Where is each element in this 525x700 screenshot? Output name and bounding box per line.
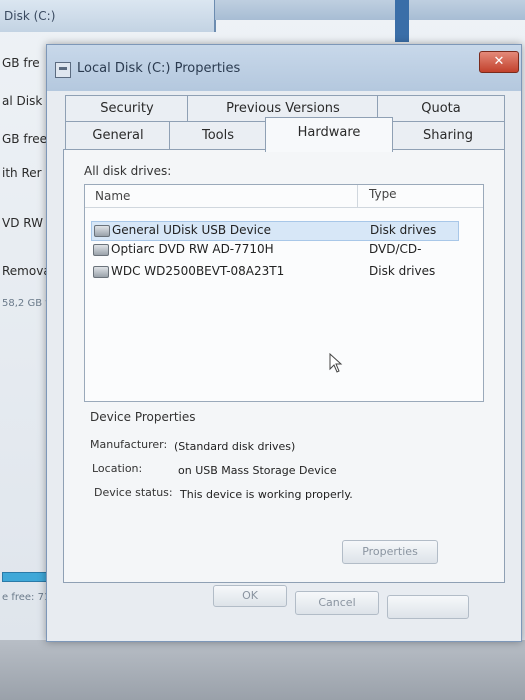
hardware-tab-panel: All disk drives: Name Type General UDisk…	[63, 149, 505, 583]
list-item[interactable]: Optiarc DVD RW AD-7710H DVD/CD-	[91, 241, 457, 259]
disk-drive-icon	[94, 225, 110, 237]
device-properties-heading: Device Properties	[90, 410, 196, 424]
device-status-value: This device is working properly.	[180, 488, 353, 501]
all-disk-drives-label: All disk drives:	[84, 164, 172, 178]
close-button[interactable]: ✕	[479, 51, 519, 73]
disk-drives-list[interactable]: Name Type General UDisk USB Device Disk …	[84, 184, 484, 402]
manufacturer-value: (Standard disk drives)	[174, 440, 296, 453]
desk-surface	[0, 640, 525, 700]
dialog-titlebar[interactable]: Local Disk (C:) Properties ✕	[47, 45, 521, 91]
drive-type: Disk drives	[369, 264, 436, 278]
location-label: Location:	[92, 462, 143, 475]
column-header-type[interactable]: Type	[369, 187, 397, 201]
apply-button[interactable]	[387, 595, 469, 619]
tab-security[interactable]: Security	[65, 95, 189, 122]
list-item[interactable]: General UDisk USB Device Disk drives	[91, 221, 459, 241]
background-row[interactable]: ith Rer	[2, 166, 42, 180]
drive-name: WDC WD2500BEVT-08A23T1	[111, 264, 285, 278]
list-item[interactable]: WDC WD2500BEVT-08A23T1 Disk drives	[91, 263, 457, 281]
drive-name: General UDisk USB Device	[112, 223, 271, 237]
disk-drive-icon	[93, 266, 109, 278]
tab-quota[interactable]: Quota	[377, 95, 505, 122]
dvd-drive-icon	[93, 244, 109, 256]
ok-button[interactable]: OK	[213, 585, 287, 607]
drive-type: DVD/CD-	[369, 242, 422, 256]
background-row[interactable]: al Disk	[2, 94, 42, 108]
background-window-strip	[215, 0, 525, 20]
drive-icon	[55, 62, 71, 78]
background-window-title: Disk (C:)	[0, 0, 216, 32]
cancel-button[interactable]: Cancel	[295, 591, 379, 615]
tab-sharing[interactable]: Sharing	[391, 121, 505, 150]
properties-button[interactable]: Properties	[342, 540, 438, 564]
tab-general[interactable]: General	[65, 121, 171, 150]
list-header: Name Type	[85, 185, 483, 208]
drive-name: Optiarc DVD RW AD-7710H	[111, 242, 274, 256]
properties-dialog: Local Disk (C:) Properties ✕ Security Pr…	[46, 44, 522, 642]
background-window-edge	[395, 0, 409, 42]
background-row[interactable]: GB fre	[2, 56, 40, 70]
background-row[interactable]: GB free	[2, 132, 47, 146]
device-properties-group: Device Properties Manufacturer: (Standar…	[84, 410, 482, 570]
tab-hardware[interactable]: Hardware	[265, 117, 393, 152]
location-value: on USB Mass Storage Device	[178, 464, 337, 477]
mouse-cursor-icon	[329, 353, 343, 373]
tab-tools[interactable]: Tools	[169, 121, 267, 150]
column-separator[interactable]	[357, 185, 358, 207]
dialog-title: Local Disk (C:) Properties	[77, 61, 241, 76]
column-header-name[interactable]: Name	[95, 189, 130, 203]
device-status-label: Device status:	[94, 486, 173, 499]
manufacturer-label: Manufacturer:	[90, 438, 168, 451]
drive-type: Disk drives	[370, 223, 437, 237]
